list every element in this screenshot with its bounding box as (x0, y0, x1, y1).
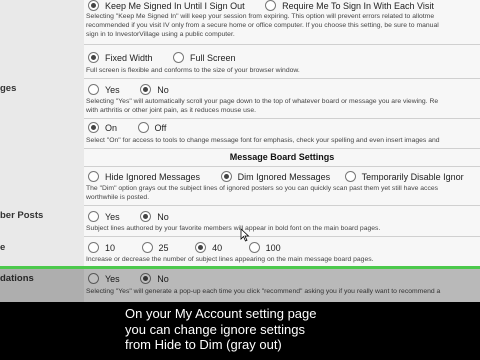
subject-lines-label: e (0, 242, 6, 253)
subject-lines-100-option[interactable]: 100 (248, 242, 281, 253)
option-label: Temporarily Disable Ignor (361, 172, 464, 182)
auto-scroll-options: Yes No (88, 84, 187, 95)
font-tools-options: On Off (88, 122, 184, 133)
recommendations-options: Yes No (88, 273, 187, 284)
option-label: Dim Ignored Messages (237, 172, 331, 182)
auto-scroll-no-option[interactable]: No (140, 84, 169, 95)
account-settings-screen: Keep Me Signed In Until I Sign Out Requi… (0, 0, 480, 302)
recommendations-description: Selecting "Yes" will generate a pop-up e… (86, 288, 441, 295)
option-label: Hide Ignored Messages (105, 172, 201, 182)
member-posts-label: ber Posts (0, 210, 44, 221)
auto-scroll-label: ges (0, 83, 17, 94)
member-posts-options: Yes No (88, 211, 187, 222)
video-caption: On your My Account setting page you can … (125, 306, 465, 353)
divider (84, 166, 480, 167)
option-label: Full Screen (190, 53, 236, 63)
keep-signed-in-option[interactable]: Keep Me Signed In Until I Sign Out (88, 0, 245, 11)
radio-icon[interactable] (344, 171, 356, 182)
description-line: Selecting "Keep Me Signed In" will keep … (86, 13, 435, 20)
description-line: Selecting "Yes" will automatically scrol… (86, 98, 439, 105)
subject-lines-10-option[interactable]: 10 (88, 242, 115, 253)
screen-width-options: Fixed Width Full Screen (88, 52, 254, 63)
ignored-messages-options: Hide Ignored Messages Dim Ignored Messag… (88, 171, 480, 182)
option-label: No (157, 212, 169, 222)
caption-line: you can change ignore settings (125, 321, 305, 337)
message-board-settings-heading: Message Board Settings (229, 152, 335, 162)
recommendations-label: dations (0, 273, 34, 284)
option-label: No (157, 274, 169, 284)
radio-selected-icon[interactable] (220, 171, 232, 182)
description-line: recommended if you visit IV only from a … (86, 22, 439, 29)
screen-width-description: Full screen is flexible and conforms to … (86, 67, 300, 74)
radio-selected-icon[interactable] (140, 273, 152, 284)
divider (84, 236, 480, 237)
option-label: 25 (158, 243, 169, 253)
radio-icon[interactable] (141, 242, 153, 253)
require-sign-in-option[interactable]: Require Me To Sign In With Each Visit (265, 0, 434, 11)
font-tools-off-option[interactable]: Off (137, 122, 167, 133)
subject-lines-description: Increase or decrease the number of subje… (86, 256, 374, 263)
option-label: Yes (105, 85, 120, 95)
subject-lines-25-option[interactable]: 25 (141, 242, 169, 253)
auto-scroll-description: Selecting "Yes" will automatically scrol… (86, 97, 480, 115)
mouse-cursor-icon (240, 228, 250, 242)
option-label: Yes (105, 274, 120, 284)
radio-icon[interactable] (88, 211, 99, 222)
radio-selected-icon[interactable] (88, 122, 99, 133)
caption-line: On your My Account setting page (125, 306, 317, 321)
subject-lines-options: 10 25 40 100 (88, 242, 299, 253)
radio-icon[interactable] (137, 122, 149, 133)
option-label: Off (154, 123, 167, 133)
recommendations-yes-option[interactable]: Yes (88, 273, 120, 284)
radio-icon[interactable] (88, 242, 99, 253)
member-posts-description: Subject lines authored by your favorite … (86, 225, 381, 232)
font-tools-on-option[interactable]: On (88, 122, 117, 133)
option-label: 10 (105, 243, 116, 253)
divider (84, 44, 480, 45)
radio-selected-icon[interactable] (140, 211, 152, 222)
temporarily-disable-ignore-option[interactable]: Temporarily Disable Ignor (344, 171, 464, 182)
radio-icon[interactable] (173, 52, 185, 63)
radio-icon[interactable] (248, 242, 260, 253)
description-line: The "Dim" option grays out the subject l… (86, 185, 439, 192)
fixed-width-option[interactable]: Fixed Width (88, 52, 153, 63)
option-label: Require Me To Sign In With Each Visit (282, 1, 434, 11)
description-line: with arthritis or other joint pain, as i… (86, 107, 257, 114)
radio-selected-icon[interactable] (88, 52, 99, 63)
radio-selected-icon[interactable] (140, 84, 152, 95)
option-label: Fixed Width (105, 53, 153, 63)
option-label: Yes (105, 212, 120, 222)
radio-icon[interactable] (265, 0, 277, 11)
keep-signed-in-options: Keep Me Signed In Until I Sign Out Requi… (88, 0, 452, 11)
auto-scroll-yes-option[interactable]: Yes (88, 84, 120, 95)
description-line: sign in to InvestorVillage using a publi… (86, 31, 235, 38)
keep-signed-in-description: Selecting "Keep Me Signed In" will keep … (86, 12, 480, 39)
divider (84, 148, 480, 149)
divider (84, 205, 480, 206)
subject-lines-40-option[interactable]: 40 (195, 242, 222, 253)
option-label: 100 (265, 243, 281, 253)
description-line: worthwhile is posted. (86, 194, 150, 201)
recommendations-no-option[interactable]: No (140, 273, 169, 284)
member-posts-yes-option[interactable]: Yes (88, 211, 120, 222)
radio-icon[interactable] (88, 84, 99, 95)
option-label: On (105, 123, 118, 133)
divider (84, 78, 480, 79)
option-label: 40 (212, 243, 223, 253)
member-posts-no-option[interactable]: No (140, 211, 169, 222)
dim-ignored-option[interactable]: Dim Ignored Messages (220, 171, 331, 182)
hide-ignored-option[interactable]: Hide Ignored Messages (88, 171, 200, 182)
radio-selected-icon[interactable] (88, 0, 99, 11)
caption-line: from Hide to Dim (gray out) (125, 337, 282, 352)
radio-icon[interactable] (88, 273, 99, 284)
full-screen-option[interactable]: Full Screen (173, 52, 236, 63)
highlight-line (0, 266, 480, 269)
ignored-messages-description: The "Dim" option grays out the subject l… (86, 184, 480, 202)
radio-selected-icon[interactable] (195, 242, 207, 253)
option-label: No (157, 85, 169, 95)
option-label: Keep Me Signed In Until I Sign Out (105, 1, 245, 11)
radio-icon[interactable] (88, 171, 99, 182)
divider (84, 118, 480, 119)
font-tools-description: Select "On" for access to tools to chang… (86, 137, 440, 144)
